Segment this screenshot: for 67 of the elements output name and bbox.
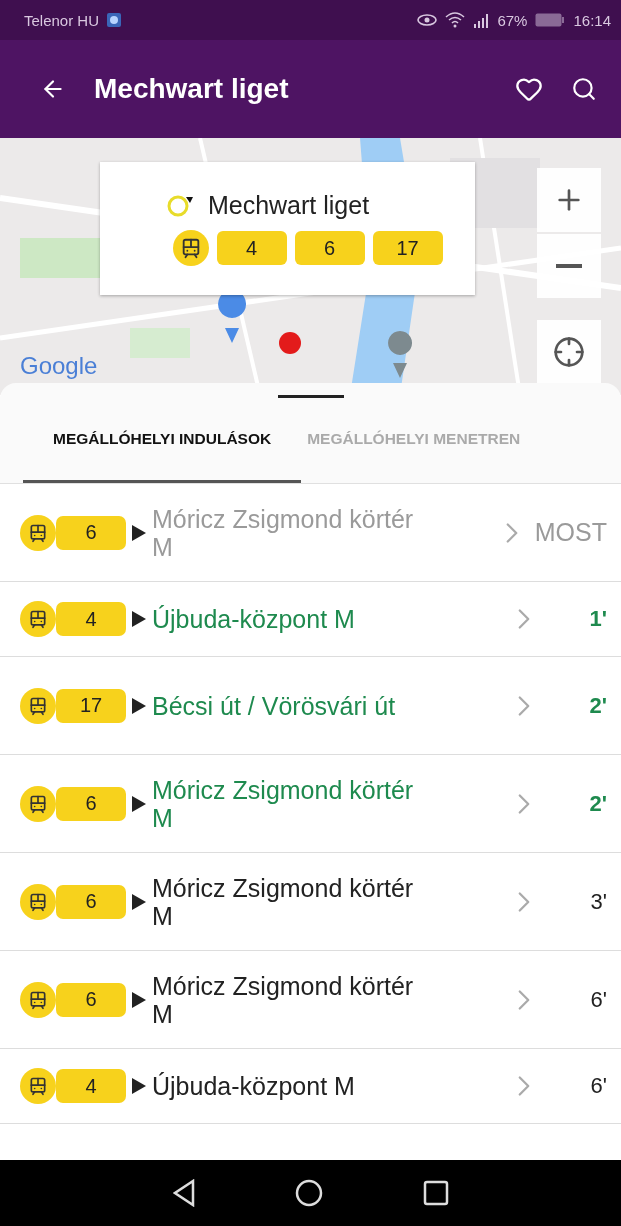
tram-icon [172, 230, 209, 266]
departure-row[interactable]: 6 Móricz Zsigmond körtér M 2' [0, 755, 621, 853]
departure-time: 6' [589, 986, 607, 1013]
tram-icon [20, 785, 56, 822]
carrier-name: Telenor HU [24, 11, 100, 29]
tram-icon [20, 601, 56, 637]
stop-title: Mechwart liget [94, 73, 290, 105]
zoom-out-button[interactable] [537, 234, 601, 298]
play-arrow-icon [132, 795, 146, 812]
battery-icon [535, 13, 566, 27]
destination-text: Móricz Zsigmond körtér M [152, 775, 415, 832]
clock-time: 16:14 [573, 11, 611, 29]
departure-row[interactable]: 6 Móricz Zsigmond körtér M 3' [0, 853, 621, 951]
destination-text: Móricz Zsigmond körtér M [152, 971, 415, 1028]
route-chip: 17 [372, 231, 443, 265]
route-badge: 6 [56, 884, 126, 919]
play-arrow-icon [132, 524, 146, 541]
route-badge: 4 [56, 1069, 126, 1103]
favorite-button[interactable] [515, 75, 543, 103]
route-badge: 6 [56, 982, 126, 1017]
eye-icon [417, 13, 438, 27]
destination-text: Bécsi út / Vörösvári út [152, 691, 397, 720]
play-arrow-icon [132, 991, 146, 1008]
departure-time: MOST [534, 518, 607, 547]
battery-percent: 67% [497, 11, 528, 29]
tram-icon [20, 514, 56, 551]
play-arrow-icon [132, 1078, 146, 1094]
destination-text: Újbuda-központ M [152, 605, 356, 633]
callout-stop-name: Mechwart liget [207, 191, 370, 220]
departure-time: 1' [588, 606, 607, 632]
my-location-button[interactable] [537, 320, 601, 384]
destination-text: Újbuda-központ M [152, 1072, 356, 1100]
route-chip: 4 [216, 231, 287, 265]
map-attribution: Google [20, 352, 98, 380]
route-chip: 6 [294, 231, 365, 265]
departure-time: 2' [588, 692, 607, 719]
departure-row[interactable]: 6 Móricz Zsigmond körtér M 6' [0, 951, 621, 1049]
play-arrow-icon [132, 611, 146, 627]
recents-nav-icon[interactable] [422, 1180, 449, 1206]
signal-icon [473, 12, 490, 28]
destination-text: Móricz Zsigmond körtér M [152, 873, 415, 930]
departure-time: 2' [588, 790, 607, 817]
wifi-icon [445, 12, 466, 28]
search-button[interactable] [571, 76, 597, 102]
route-badge: 6 [56, 515, 126, 550]
departure-row[interactable]: 4 Újbuda-központ M 6' [0, 1049, 621, 1124]
app-notification-icon [107, 13, 122, 27]
route-badge: 6 [56, 786, 126, 821]
tram-icon [20, 1068, 56, 1104]
destination-text: Móricz Zsigmond körtér M [152, 504, 415, 561]
departure-row[interactable]: 4 Újbuda-központ M 1' [0, 582, 621, 657]
minus-icon [556, 264, 582, 268]
departure-time: 6' [589, 1073, 607, 1099]
tram-icon [20, 981, 56, 1018]
route-badge: 17 [56, 688, 126, 723]
tram-icon [20, 687, 56, 724]
crosshair-icon [553, 336, 585, 368]
back-nav-icon[interactable] [172, 1179, 195, 1207]
play-arrow-icon [132, 697, 146, 714]
stop-ring-icon [165, 193, 194, 218]
route-badge: 4 [56, 602, 126, 636]
home-nav-icon[interactable] [294, 1179, 323, 1207]
play-arrow-icon [132, 893, 146, 910]
departure-row[interactable]: 17 Bécsi út / Vörösvári út 2' [0, 657, 621, 755]
departure-time: 3' [589, 888, 607, 915]
departure-row[interactable]: 6 Móricz Zsigmond körtér M MOST [0, 484, 621, 582]
tram-icon [20, 883, 56, 920]
